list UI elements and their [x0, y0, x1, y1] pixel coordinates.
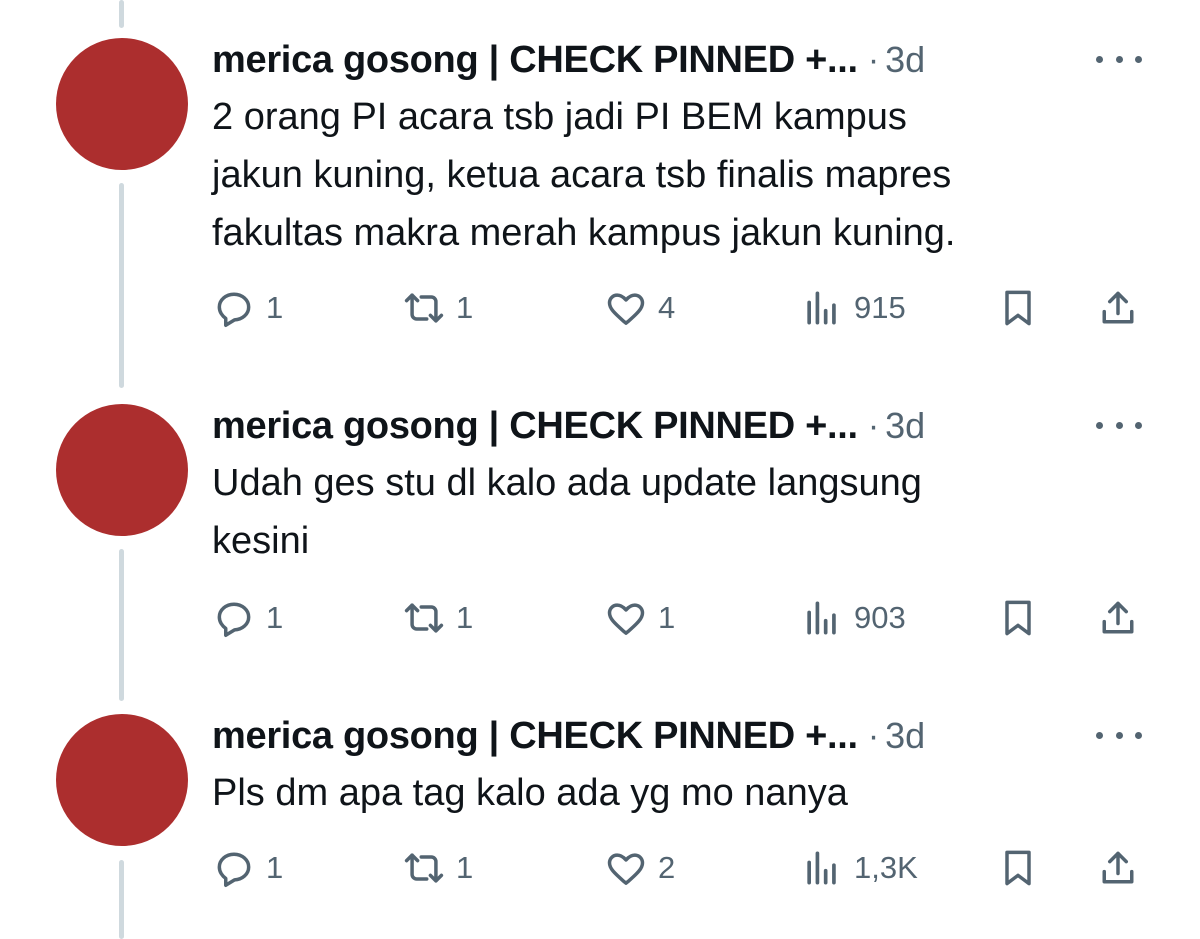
tweet-text: Pls dm apa tag kalo ada yg mo nanya [212, 764, 1152, 822]
views-button[interactable]: 1,3K [800, 843, 918, 893]
tweet-actions: 1 1 4 915 [212, 283, 1152, 333]
view-count: 915 [854, 290, 906, 325]
like-count: 4 [658, 290, 676, 325]
reply-icon [217, 852, 251, 887]
reply-count: 1 [266, 600, 284, 635]
tweet-text-line: fakultas makra merah kampus jakun kuning… [212, 212, 956, 254]
display-name[interactable]: merica gosong | CHECK PINNED +... [212, 405, 858, 448]
heart-icon [607, 853, 645, 885]
tweet-header: merica gosong | CHECK PINNED +... · 3d [212, 402, 925, 450]
tweet[interactable]: merica gosong | CHECK PINNED +... · 3d U… [0, 402, 1200, 662]
tweet-text-line: jakun kuning, ketua acara tsb finalis ma… [212, 154, 952, 196]
views-button[interactable]: 903 [800, 593, 906, 643]
repost-icon [404, 853, 444, 883]
repost-button[interactable]: 1 [402, 283, 473, 333]
like-count: 1 [658, 600, 676, 635]
bookmark-icon [1005, 290, 1031, 326]
bar-chart-icon [807, 601, 836, 635]
tweet[interactable]: merica gosong | CHECK PINNED +... · 3d 2… [0, 36, 1200, 336]
avatar[interactable] [56, 404, 188, 536]
repost-button[interactable]: 1 [402, 593, 473, 643]
reply-button[interactable]: 1 [212, 283, 283, 333]
share-icon [1102, 601, 1134, 634]
repost-icon [404, 603, 444, 633]
reply-button[interactable]: 1 [212, 593, 283, 643]
repost-button[interactable]: 1 [402, 843, 473, 893]
bar-chart-icon [807, 291, 836, 325]
repost-count: 1 [456, 850, 474, 885]
share-button[interactable] [1096, 843, 1140, 893]
share-icon [1102, 291, 1134, 324]
thread-line [119, 0, 124, 28]
bookmark-icon [1005, 850, 1031, 886]
separator-dot: · [867, 40, 880, 79]
share-icon [1102, 851, 1134, 884]
tweet-header: merica gosong | CHECK PINNED +... · 3d [212, 36, 925, 84]
like-count: 2 [658, 850, 676, 885]
tweet-header: merica gosong | CHECK PINNED +... · 3d [212, 712, 925, 760]
bar-chart-icon [807, 851, 836, 885]
more-options-icon[interactable] [1096, 410, 1142, 440]
like-button[interactable]: 2 [604, 843, 675, 893]
avatar[interactable] [56, 714, 188, 846]
tweet-text-line: kesini [212, 520, 310, 562]
like-button[interactable]: 1 [604, 593, 675, 643]
timestamp[interactable]: 3d [885, 715, 925, 757]
display-name[interactable]: merica gosong | CHECK PINNED +... [212, 715, 858, 758]
bookmark-button[interactable] [996, 843, 1040, 893]
avatar[interactable] [56, 38, 188, 170]
separator-dot: · [867, 406, 880, 445]
timestamp[interactable]: 3d [885, 405, 925, 447]
reply-button[interactable]: 1 [212, 843, 283, 893]
reply-count: 1 [266, 850, 284, 885]
timestamp[interactable]: 3d [885, 39, 925, 81]
display-name[interactable]: merica gosong | CHECK PINNED +... [212, 39, 858, 82]
separator-dot: · [867, 716, 880, 755]
tweet-text-line: 2 orang PI acara tsb jadi PI BEM kampus [212, 96, 907, 138]
views-button[interactable]: 915 [800, 283, 906, 333]
view-count: 903 [854, 600, 906, 635]
bookmark-button[interactable] [996, 283, 1040, 333]
bookmark-icon [1005, 600, 1031, 636]
tweet-text: Udah ges stu dl kalo ada update langsung… [212, 454, 1152, 570]
reply-icon [217, 292, 251, 327]
bookmark-button[interactable] [996, 593, 1040, 643]
tweet[interactable]: merica gosong | CHECK PINNED +... · 3d P… [0, 712, 1200, 912]
heart-icon [607, 293, 645, 325]
more-options-icon[interactable] [1096, 720, 1142, 750]
repost-count: 1 [456, 290, 474, 325]
tweet-actions: 1 1 1 903 [212, 593, 1152, 643]
tweet-text-line: Udah ges stu dl kalo ada update langsung [212, 462, 922, 504]
tweet-text-line: Pls dm apa tag kalo ada yg mo nanya [212, 772, 848, 814]
view-count: 1,3K [854, 850, 918, 885]
share-button[interactable] [1096, 283, 1140, 333]
more-options-icon[interactable] [1096, 44, 1142, 74]
tweet-text: 2 orang PI acara tsb jadi PI BEM kampus … [212, 88, 1152, 262]
repost-count: 1 [456, 600, 474, 635]
reply-icon [217, 602, 251, 637]
tweet-actions: 1 1 2 1,3K [212, 843, 1152, 893]
like-button[interactable]: 4 [604, 283, 675, 333]
share-button[interactable] [1096, 593, 1140, 643]
repost-icon [404, 293, 444, 323]
heart-icon [607, 603, 645, 635]
reply-count: 1 [266, 290, 284, 325]
